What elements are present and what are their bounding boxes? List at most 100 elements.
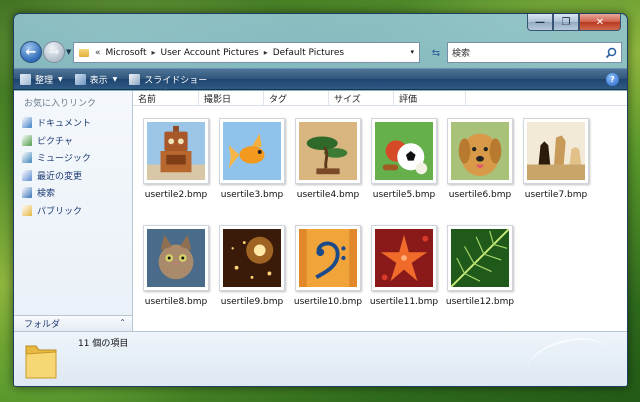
file-name[interactable]: usertile4.bmp (297, 190, 359, 200)
magnifier-icon[interactable] (604, 46, 618, 60)
file-name[interactable]: usertile12.bmp (446, 297, 514, 307)
favorite-links-list: ドキュメント ピクチャミュージック最近の変更検索パブリック (22, 114, 91, 219)
collapse-chevron-icon: ⌃ (119, 318, 126, 327)
breadcrumb-separator-icon[interactable]: ▸ (264, 48, 268, 57)
pictures-icon (22, 134, 32, 146)
leaf-image (450, 228, 510, 288)
favorite-link[interactable]: 最近の変更 (22, 167, 91, 185)
thumbnail[interactable] (371, 118, 437, 184)
thumbnail[interactable] (219, 225, 285, 291)
history-dropdown-icon[interactable]: ▼ (66, 48, 71, 56)
column-header-label: タグ (269, 95, 288, 105)
file-name[interactable]: usertile5.bmp (373, 190, 435, 200)
file-name[interactable]: usertile2.bmp (145, 190, 207, 200)
column-header[interactable]: 評価 (394, 91, 466, 106)
thumbnail[interactable] (295, 225, 361, 291)
sparkles-image (223, 229, 281, 287)
slideshow-icon (129, 73, 141, 85)
breadcrumb-user-account-pictures[interactable]: User Account Pictures (161, 48, 259, 58)
favorite-link-label: ミュージック (37, 154, 91, 165)
file-name[interactable]: usertile6.bmp (449, 190, 511, 200)
organize-button[interactable]: 整理 ▼ (20, 73, 63, 86)
breadcrumb-microsoft[interactable]: Microsoft (106, 48, 147, 58)
minimize-button[interactable]: — (527, 14, 553, 31)
file-item[interactable]: usertile10.bmp (290, 225, 366, 332)
column-header-label: 撮影日 (204, 95, 232, 105)
thumbnail[interactable] (219, 118, 285, 184)
file-item[interactable]: usertile3.bmp (214, 118, 290, 225)
refresh-button[interactable]: ⇆ (426, 45, 446, 61)
column-header[interactable]: 名前 ^ (133, 89, 199, 106)
overflow-chevron-icon[interactable]: « (95, 48, 101, 58)
file-name[interactable]: usertile11.bmp (370, 297, 438, 307)
column-header[interactable]: 撮影日 (199, 91, 264, 106)
folders-toggle[interactable]: フォルダ ⌃ (14, 315, 132, 331)
back-button[interactable]: ← (20, 41, 42, 63)
command-bar: 整理 ▼ 表示 ▼ スライドショー ? (14, 68, 627, 90)
favorite-link[interactable]: ピクチャ (22, 132, 91, 150)
slideshow-button[interactable]: スライドショー (129, 73, 207, 86)
views-label: 表示 (89, 75, 108, 86)
favorite-link-label: パブリック (37, 206, 83, 217)
music-icon (22, 152, 32, 164)
file-list-pane: 名前 ^ 撮影日 タグ サイズ 評価 usertile2.bmp usertile3.bmp… (133, 89, 627, 332)
column-header-label: 評価 (399, 95, 418, 105)
thumbnail[interactable] (295, 118, 361, 184)
explorer-window: — ❐ ✕ ← → ▼ « Microsoft ▸ User Account P… (13, 13, 628, 387)
file-item[interactable]: usertile4.bmp (290, 118, 366, 225)
thumbnail[interactable] (447, 225, 513, 291)
folder-large-icon (25, 345, 57, 379)
file-name[interactable]: usertile3.bmp (221, 190, 283, 200)
column-header[interactable]: タグ (264, 91, 329, 106)
dropdown-arrow-icon: ▼ (112, 75, 118, 83)
forward-button[interactable]: → (43, 41, 65, 63)
organize-label: 整理 (35, 75, 54, 86)
favorite-link[interactable]: パブリック (22, 202, 91, 220)
kitten-image (147, 229, 205, 287)
thumbnail[interactable] (447, 118, 513, 184)
file-item[interactable]: usertile7.bmp (518, 118, 594, 225)
file-item[interactable]: usertile12.bmp (442, 225, 518, 332)
thumbnail[interactable] (371, 225, 437, 291)
documents-icon (22, 117, 32, 129)
file-item[interactable]: usertile9.bmp (214, 225, 290, 332)
favorite-link[interactable]: ドキュメント (22, 114, 91, 132)
file-item[interactable]: usertile6.bmp (442, 118, 518, 225)
breadcrumb-default-pictures[interactable]: Default Pictures (273, 48, 344, 58)
folder-icon (79, 48, 89, 57)
dog-image (451, 122, 509, 180)
thumbnail-grid: usertile2.bmp usertile3.bmp usertile4.bmp u… (138, 118, 594, 332)
search-input[interactable]: 検索 (447, 42, 622, 63)
goldfish-image (223, 122, 281, 180)
favorite-link-label: ピクチャ (37, 136, 73, 147)
thumbnail[interactable] (143, 225, 209, 291)
favorite-link-label: ドキュメント (37, 119, 92, 130)
views-button[interactable]: 表示 ▼ (74, 73, 118, 86)
file-item[interactable]: usertile2.bmp (138, 118, 214, 225)
file-name[interactable]: usertile9.bmp (221, 297, 283, 307)
arrow-right-icon: → (48, 44, 60, 60)
search-placeholder: 検索 (452, 49, 471, 59)
address-bar[interactable]: « Microsoft ▸ User Account Pictures ▸ De… (73, 42, 420, 63)
file-name[interactable]: usertile10.bmp (294, 297, 362, 307)
favorite-link[interactable]: 検索 (22, 184, 91, 202)
file-item[interactable]: usertile5.bmp (366, 118, 442, 225)
breadcrumb-separator-icon[interactable]: ▸ (151, 48, 155, 57)
folders-label: フォルダ (24, 320, 61, 330)
file-name[interactable]: usertile7.bmp (525, 190, 587, 200)
close-button[interactable]: ✕ (579, 14, 621, 31)
sports-balls-image (375, 122, 433, 180)
file-item[interactable]: usertile8.bmp (138, 225, 214, 332)
help-icon[interactable]: ? (606, 73, 619, 86)
file-name[interactable]: usertile8.bmp (145, 297, 207, 307)
favorite-link[interactable]: ミュージック (22, 149, 91, 167)
favorite-link-label: 検索 (37, 189, 56, 200)
dropdown-arrow-icon: ▼ (58, 75, 63, 83)
column-header[interactable]: サイズ (329, 91, 394, 106)
maximize-button[interactable]: ❐ (553, 14, 579, 31)
slideshow-label: スライドショー (144, 75, 208, 86)
address-dropdown-icon[interactable]: ▾ (410, 48, 414, 56)
thumbnail[interactable] (523, 118, 589, 184)
thumbnail[interactable] (143, 118, 209, 184)
file-item[interactable]: usertile11.bmp (366, 225, 442, 332)
